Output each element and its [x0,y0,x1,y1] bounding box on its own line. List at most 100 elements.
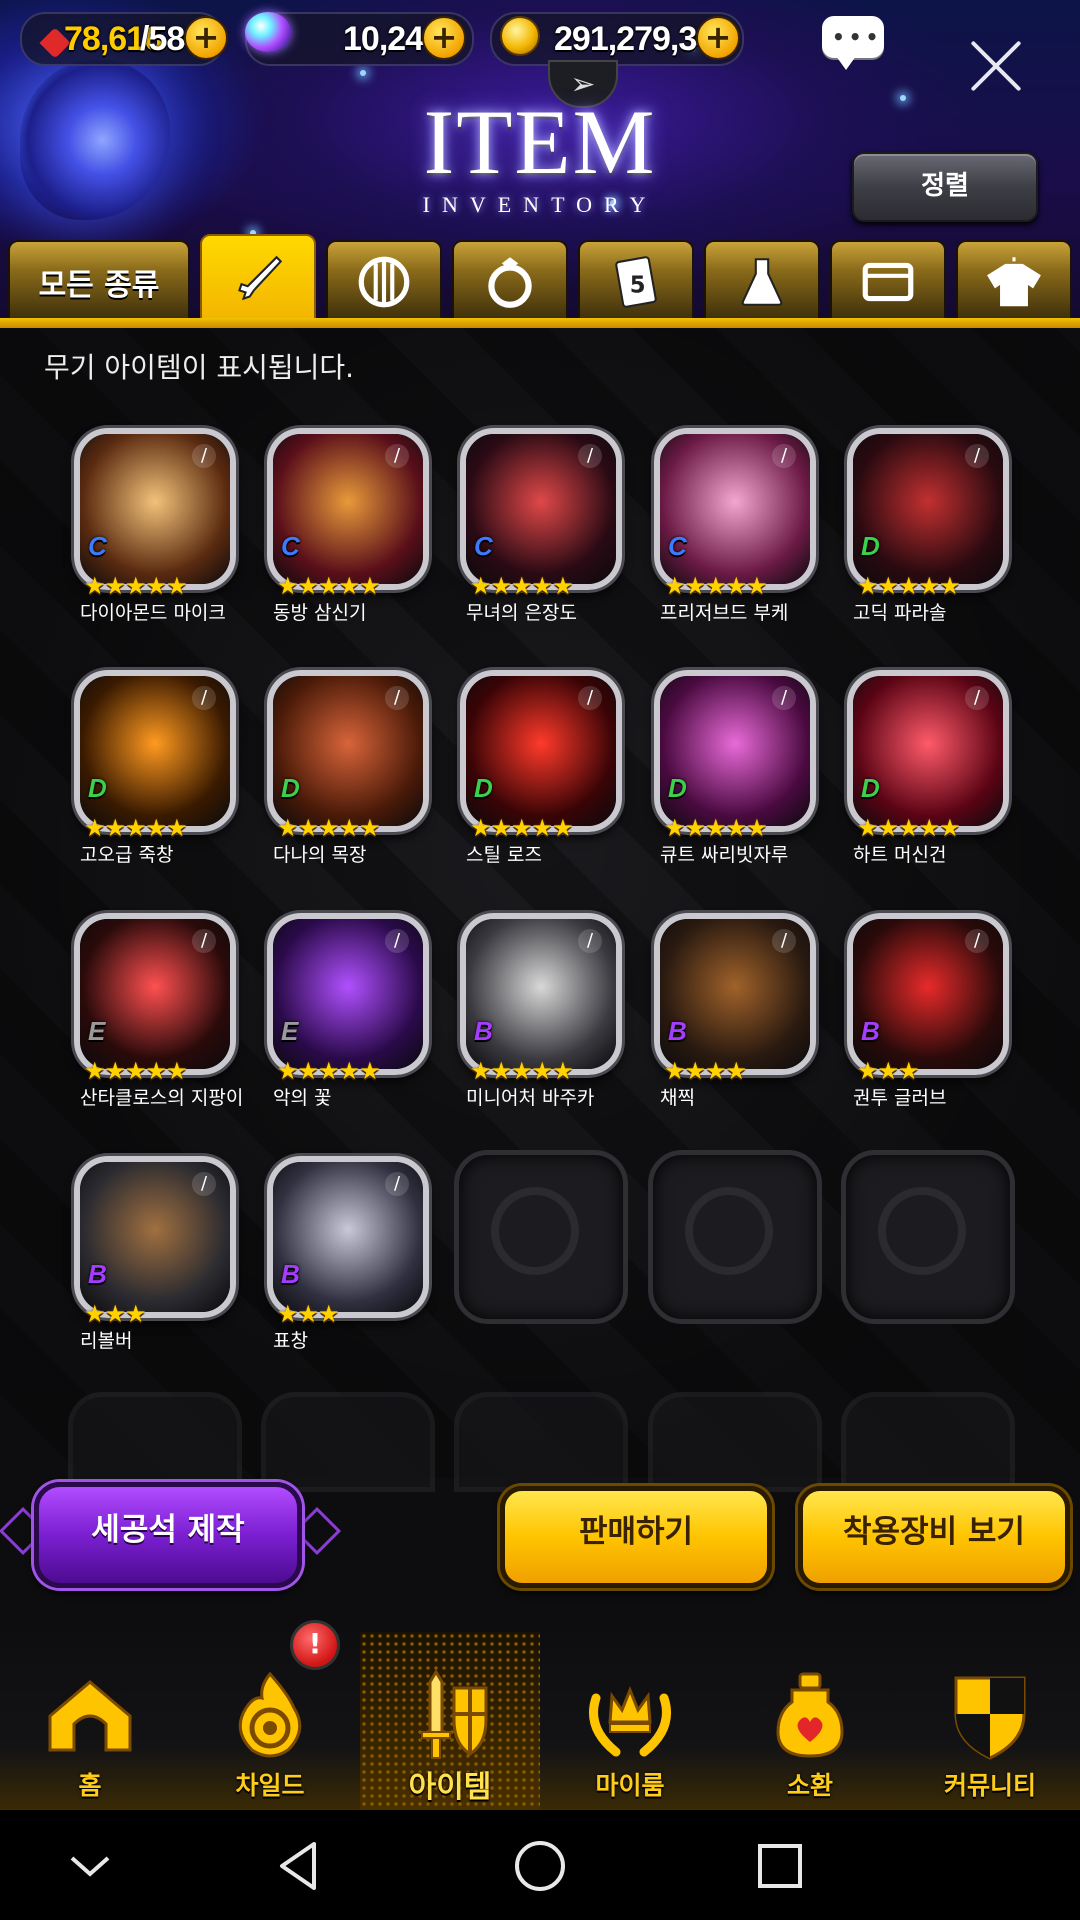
item-slot[interactable]: / B ★★★ [847,913,1009,1085]
empty-item-slot [648,1150,822,1324]
item-slot[interactable]: / D ★★★★★ [74,670,236,842]
item-slot[interactable]: / D ★★★★★ [847,428,1009,600]
item-grade: B [474,1016,493,1046]
craft-gem-button[interactable]: 세공석 제작 [34,1482,302,1588]
recent-apps-icon[interactable] [752,1838,808,1894]
chat-icon[interactable]: ••• [822,16,884,70]
item-slot[interactable]: / B ★★★★★ [460,913,622,1085]
item-name: 다이아몬드 마이크 [80,602,226,624]
item-name: 산타클로스의 지팡이 [80,1087,244,1109]
item-name: 리볼버 [80,1330,133,1352]
item-grade: C [474,531,493,561]
item-name: 고딕 파라솔 [853,602,947,624]
item-slot[interactable]: / C ★★★★★ [654,428,816,600]
tab-card[interactable]: 5 [578,240,694,324]
item-name: 하트 머신건 [853,844,947,866]
add-stamina-button[interactable]: + [184,16,228,60]
item-slot[interactable]: / D ★★★★★ [654,670,816,842]
weapon-type-icon: / [385,929,409,953]
nav-home[interactable]: 홈 [0,1632,180,1810]
tab-ticket[interactable] [830,240,946,324]
item-slot[interactable]: / B ★★★ [267,1156,429,1328]
weapon-type-icon: / [772,444,796,468]
nav-summon[interactable]: 소환 [720,1632,900,1810]
item-grade: B [861,1016,880,1046]
item-slot[interactable]: / D ★★★★★ [847,670,1009,842]
tab-costume[interactable] [956,240,1072,324]
item-stars: ★★★★★ [277,814,381,842]
shirt-icon [987,257,1041,307]
nav-label: 차일드 [235,1771,305,1800]
tab-weapon[interactable] [200,234,316,326]
tab-armor[interactable] [326,240,442,324]
item-slot[interactable]: / C ★★★★★ [74,428,236,600]
add-gems-button[interactable]: + [422,16,466,60]
home-icon [48,1680,132,1752]
item-slot[interactable]: / E ★★★★★ [267,913,429,1085]
empty-slot-emblem [685,1187,773,1275]
empty-slot-emblem [878,1187,966,1275]
item-name: 고오급 죽창 [80,844,174,866]
weapon-type-icon: / [965,444,989,468]
item-slot[interactable]: / B ★★★★ [654,913,816,1085]
item-stars: ★★★★★ [857,572,961,600]
view-equipped-button[interactable]: 착용장비 보기 [798,1486,1070,1588]
home-circle-icon[interactable] [512,1838,568,1894]
tab-accessory[interactable] [452,240,568,324]
item-grade: B [668,1016,687,1046]
tab-label: 모든 종류 [38,268,160,303]
nav-label: 소환 [786,1771,833,1800]
item-slot[interactable]: / E ★★★★★ [74,913,236,1085]
weapon-type-icon: / [578,444,602,468]
weapon-type-icon: / [578,929,602,953]
item-grade: D [281,773,300,803]
crown-wreath-icon [589,1685,671,1757]
tab-all-categories[interactable]: 모든 종류 [8,240,190,324]
item-slot[interactable]: / D ★★★★★ [460,670,622,842]
item-name: 큐트 싸리빗자루 [660,844,789,866]
nav-label: 아이템 [408,1770,492,1805]
item-slot[interactable]: / B ★★★ [74,1156,236,1328]
nav-community[interactable]: 커뮤니티 [900,1632,1080,1810]
item-slot[interactable]: / C ★★★★★ [267,428,429,600]
item-slot[interactable]: / C ★★★★★ [460,428,622,600]
item-stars: ★★★★★ [277,572,381,600]
empty-item-slot [648,1392,822,1492]
item-grade: C [281,531,300,561]
nav-item[interactable]: 아이템 [360,1632,540,1810]
item-stars: ★★★ [277,1300,340,1328]
weapon-type-icon: / [772,686,796,710]
child-flame-icon [238,1671,302,1758]
tab-potion[interactable] [704,240,820,324]
item-grade: C [88,531,107,561]
item-grade: C [668,531,687,561]
weapon-type-icon: / [385,1172,409,1196]
item-stars: ★★★★★ [470,814,574,842]
empty-slot-emblem [491,1187,579,1275]
bottom-navigation: 홈 차일드 아이템 마이룸 소환 커뮤니티 [0,1632,1080,1810]
chevron-down-icon[interactable] [62,1838,118,1894]
item-name: 채찍 [660,1087,695,1109]
weapon-type-icon: / [965,929,989,953]
add-gold-button[interactable]: + [696,16,740,60]
item-name: 표창 [273,1330,308,1352]
item-slot[interactable]: / D ★★★★★ [267,670,429,842]
empty-item-slot [841,1392,1015,1492]
nav-label: 마이룸 [595,1771,665,1800]
weapon-type-icon: / [192,929,216,953]
sparkle-decoration [360,70,366,76]
weapon-icon [238,255,283,301]
tab-underline [0,318,1080,328]
item-grade: B [281,1259,300,1289]
sell-button[interactable]: 판매하기 [500,1486,772,1588]
close-icon[interactable] [966,36,1026,96]
nav-label: 홈 [78,1771,102,1800]
back-icon[interactable] [272,1838,328,1894]
sparkle-decoration [900,95,906,101]
item-grade: D [861,773,880,803]
empty-item-slot [261,1392,435,1492]
item-stars: ★★★★★ [470,1057,574,1085]
nav-myroom[interactable]: 마이룸 [540,1632,720,1810]
item-grade: D [861,531,880,561]
sort-button[interactable]: 정렬 [852,152,1038,222]
